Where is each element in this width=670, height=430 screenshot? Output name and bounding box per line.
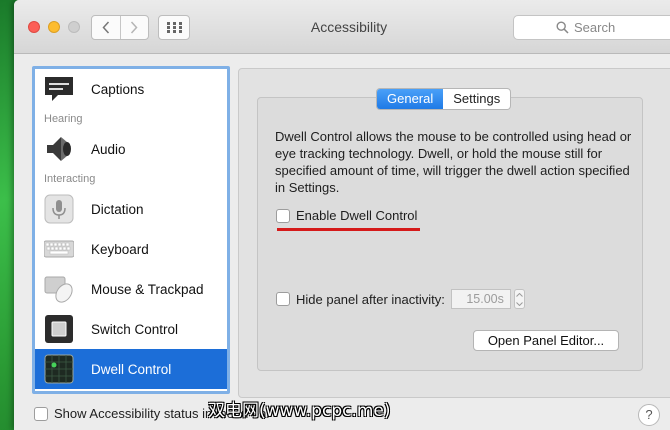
search-placeholder: Search: [574, 20, 616, 35]
search-icon: [556, 21, 569, 34]
keyboard-icon: [44, 240, 74, 258]
hide-panel-row: Hide panel after inactivity: 15.00s: [276, 289, 525, 309]
search-field[interactable]: Search: [513, 15, 670, 40]
captions-icon: [45, 77, 73, 101]
sidebar-item-label: Switch Control: [91, 321, 179, 337]
sidebar-heading-interacting: Interacting: [44, 173, 96, 185]
back-button[interactable]: [92, 16, 120, 39]
mouse-trackpad-icon: [44, 276, 73, 303]
sidebar-item-dictation[interactable]: Dictation: [35, 189, 227, 229]
help-button[interactable]: ?: [638, 404, 660, 426]
show-all-button[interactable]: [158, 15, 190, 40]
chevron-left-icon: [102, 21, 109, 34]
zoom-button[interactable]: [68, 21, 80, 33]
inactivity-stepper[interactable]: [513, 289, 525, 309]
tab-bar: General Settings: [376, 88, 512, 110]
open-panel-editor-button[interactable]: Open Panel Editor...: [473, 330, 619, 351]
sidebar-item-keyboard[interactable]: Keyboard: [35, 229, 227, 269]
microphone-icon: [44, 194, 74, 224]
sidebar-item-audio[interactable]: Audio: [35, 129, 227, 169]
minimize-button[interactable]: [48, 21, 60, 33]
sidebar-item-label: Dwell Control: [91, 361, 172, 377]
preferences-window: Accessibility Search Captions Hearing Au…: [14, 0, 670, 430]
title-bar: Accessibility Search: [14, 0, 670, 54]
stepper-down-icon: [516, 301, 523, 306]
sidebar-item-switch-control[interactable]: Switch Control: [35, 309, 227, 349]
sidebar-item-dwell-control[interactable]: Dwell Control: [35, 349, 227, 389]
content-pane: General Settings Dwell Control allows th…: [238, 68, 670, 398]
nav-group: [91, 15, 149, 40]
sidebar-heading-hearing: Hearing: [44, 113, 83, 125]
sidebar-item-label: Audio: [91, 141, 126, 157]
speaker-icon: [47, 137, 71, 161]
grid-icon: [166, 22, 182, 33]
window-title: Accessibility: [310, 19, 388, 35]
enable-dwell-row[interactable]: Enable Dwell Control: [276, 208, 417, 223]
sidebar-item-mouse-trackpad[interactable]: Mouse & Trackpad: [35, 269, 227, 309]
sidebar-item-captions[interactable]: Captions: [35, 69, 227, 109]
tab-general[interactable]: General: [377, 89, 444, 109]
switch-control-icon: [45, 315, 73, 343]
dwell-description: Dwell Control allows the mouse to be con…: [275, 129, 632, 195]
sidebar-item-label: Dictation: [91, 201, 144, 217]
enable-dwell-label: Enable Dwell Control: [296, 208, 418, 223]
stepper-up-icon: [516, 292, 523, 297]
enable-dwell-checkbox[interactable]: [276, 208, 290, 223]
forward-button[interactable]: [119, 16, 149, 39]
tab-settings[interactable]: Settings: [443, 89, 510, 109]
menu-bar-status-checkbox[interactable]: [34, 406, 48, 421]
sidebar-item-label: Mouse & Trackpad: [91, 281, 204, 297]
dwell-control-icon: [44, 354, 74, 384]
annotation-underline: [277, 228, 420, 231]
watermark: 双电网(www.pcpc.me): [208, 401, 391, 421]
sidebar: Captions Hearing Audio Interacting Dicta…: [32, 66, 230, 394]
hide-panel-label: Hide panel after inactivity:: [296, 291, 445, 307]
inactivity-seconds-field[interactable]: 15.00s: [450, 289, 511, 309]
chevron-right-icon: [131, 21, 138, 34]
close-button[interactable]: [28, 21, 40, 33]
hide-panel-checkbox[interactable]: [276, 292, 290, 306]
sidebar-item-label: Keyboard: [91, 241, 149, 257]
sidebar-item-label: Captions: [91, 81, 145, 97]
